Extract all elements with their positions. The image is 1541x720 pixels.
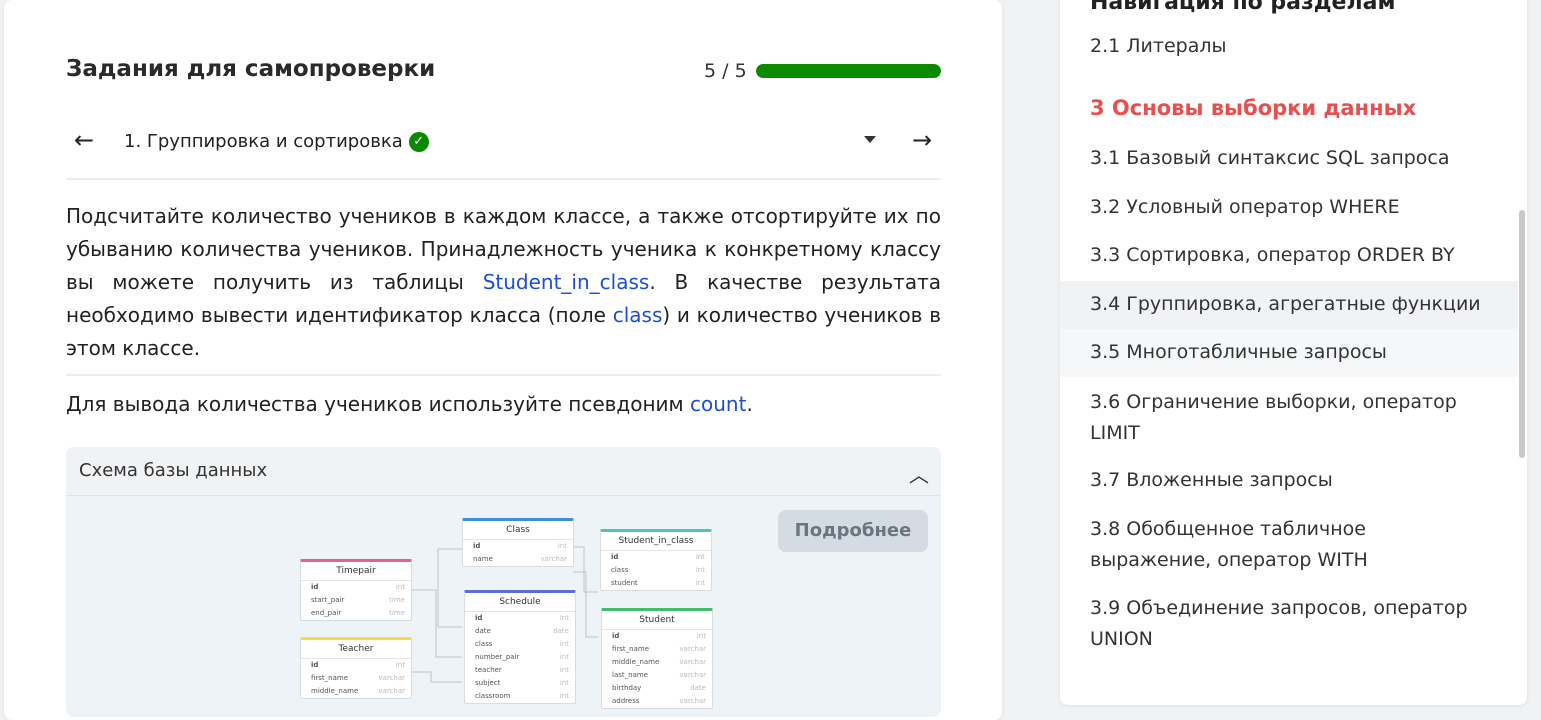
progress-fill — [756, 64, 941, 78]
sidebar-item-3-8[interactable]: 3.8 Обобщенное табличное выражение, опер… — [1060, 514, 1400, 576]
check-circle-icon: ✓ — [408, 132, 429, 152]
er-table-column: end_pair time — [311, 609, 405, 617]
task-selector-label: 1. Группировка и сортировка — [124, 131, 403, 152]
task-navigation: ← 1. Группировка и сортировка ✓ → — [66, 122, 941, 160]
er-table-student-in-class: Student_in_classid int class int student int — [600, 529, 712, 591]
er-table-column: class int — [611, 566, 705, 574]
sidebar-item-3-9[interactable]: 3.9 Объединение запросов, оператор UNION — [1060, 593, 1480, 655]
sidebar-item-3-7[interactable]: 3.7 Вложенные запросы — [1060, 465, 1518, 496]
sidebar-item-3-5[interactable]: 3.5 Многотабличные запросы — [1060, 329, 1518, 377]
field-link[interactable]: class — [613, 303, 663, 327]
sidebar-item-2-1[interactable]: 2.1 Литералы — [1060, 31, 1518, 62]
er-table-column: classroom int — [475, 692, 569, 700]
er-table-column: name varchar — [473, 555, 567, 563]
er-table-class: Class id int name varchar — [462, 518, 574, 567]
er-table-name: Timepair — [301, 562, 411, 581]
section-navigation: Навигация по разделам 2.1 Литералы 3 Осн… — [1060, 0, 1527, 705]
table-link[interactable]: Student_in_class — [483, 270, 650, 294]
task-description: Подсчитайте количество учеников в каждом… — [66, 200, 941, 365]
hint-text-2: . — [746, 392, 753, 416]
er-table-column: last_name varchar — [612, 671, 706, 679]
progress-bar — [756, 64, 941, 78]
next-arrow-icon[interactable]: → — [904, 122, 940, 158]
er-table-teacher: Teacher id int first_name varchar middle_name… — [300, 637, 412, 699]
hint-text: Для вывода количества учеников используй… — [66, 392, 753, 416]
er-table-column: start_pair time — [311, 596, 405, 604]
scrollbar[interactable] — [1519, 210, 1525, 458]
er-table-student: Student id int first_name varchar middle_name… — [601, 608, 713, 709]
er-table-column: id int — [611, 553, 705, 561]
er-table-column: id int — [311, 661, 405, 669]
caret-down-icon[interactable] — [864, 136, 876, 143]
er-table-column: number_pair int — [475, 653, 569, 661]
progress-label: 5 / 5 — [704, 60, 747, 82]
er-table-column: first_name varchar — [612, 645, 706, 653]
er-table-column: subject int — [475, 679, 569, 687]
er-table-name: Student — [602, 611, 712, 630]
hint-text-1: Для вывода количества учеников используй… — [66, 392, 691, 416]
sidebar-item-3-3[interactable]: 3.3 Сортировка, оператор ORDER BY — [1060, 240, 1518, 271]
er-table-name: Teacher — [301, 640, 411, 659]
task-card: Задания для самопроверки 5 / 5 ← 1. Груп… — [4, 0, 1002, 720]
er-table-column: middle_name varchar — [311, 687, 405, 695]
divider — [66, 178, 941, 180]
divider — [66, 374, 941, 376]
er-table-column: date date — [475, 627, 569, 635]
alias-link[interactable]: count — [690, 392, 746, 416]
er-table-column: id int — [311, 583, 405, 591]
sidebar-item-3-1[interactable]: 3.1 Базовый синтаксис SQL запроса — [1060, 143, 1518, 174]
er-table-column: first_name varchar — [311, 674, 405, 682]
sidebar-item-3-4[interactable]: 3.4 Группировка, агрегатные функции — [1060, 281, 1518, 329]
er-table-column: student int — [611, 579, 705, 587]
er-table-name: Class — [463, 521, 573, 540]
er-table-column: id int — [473, 542, 567, 550]
er-table-column: id int — [612, 632, 706, 640]
task-selector[interactable]: 1. Группировка и сортировка ✓ — [124, 131, 429, 152]
sidebar-section-3[interactable]: 3 Основы выборки данных — [1090, 96, 1416, 120]
er-table-column: address varchar — [612, 697, 706, 705]
er-table-timepair: Timepair id int start_pair time end_pair time — [300, 559, 412, 621]
schema-panel: Схема базы данных ︿ Подробнее Timepair id… — [66, 447, 941, 717]
er-table-column: id int — [475, 614, 569, 622]
er-table-column: birthday date — [612, 684, 706, 692]
page-title: Задания для самопроверки — [66, 56, 436, 82]
sidebar-item-3-6[interactable]: 3.6 Ограничение выборки, оператор LIMIT — [1060, 387, 1480, 449]
prev-arrow-icon[interactable]: ← — [66, 122, 102, 158]
er-table-column: middle_name varchar — [612, 658, 706, 666]
er-table-column: teacher int — [475, 666, 569, 674]
sidebar-item-3-2[interactable]: 3.2 Условный оператор WHERE — [1060, 192, 1518, 223]
er-table-name: Schedule — [465, 593, 575, 612]
er-table-name: Student_in_class — [601, 532, 711, 551]
er-table-schedule: Schedule id int date date class int number_pair… — [464, 590, 576, 704]
er-table-column: class int — [475, 640, 569, 648]
sidebar-title: Навигация по разделам — [1090, 0, 1396, 15]
